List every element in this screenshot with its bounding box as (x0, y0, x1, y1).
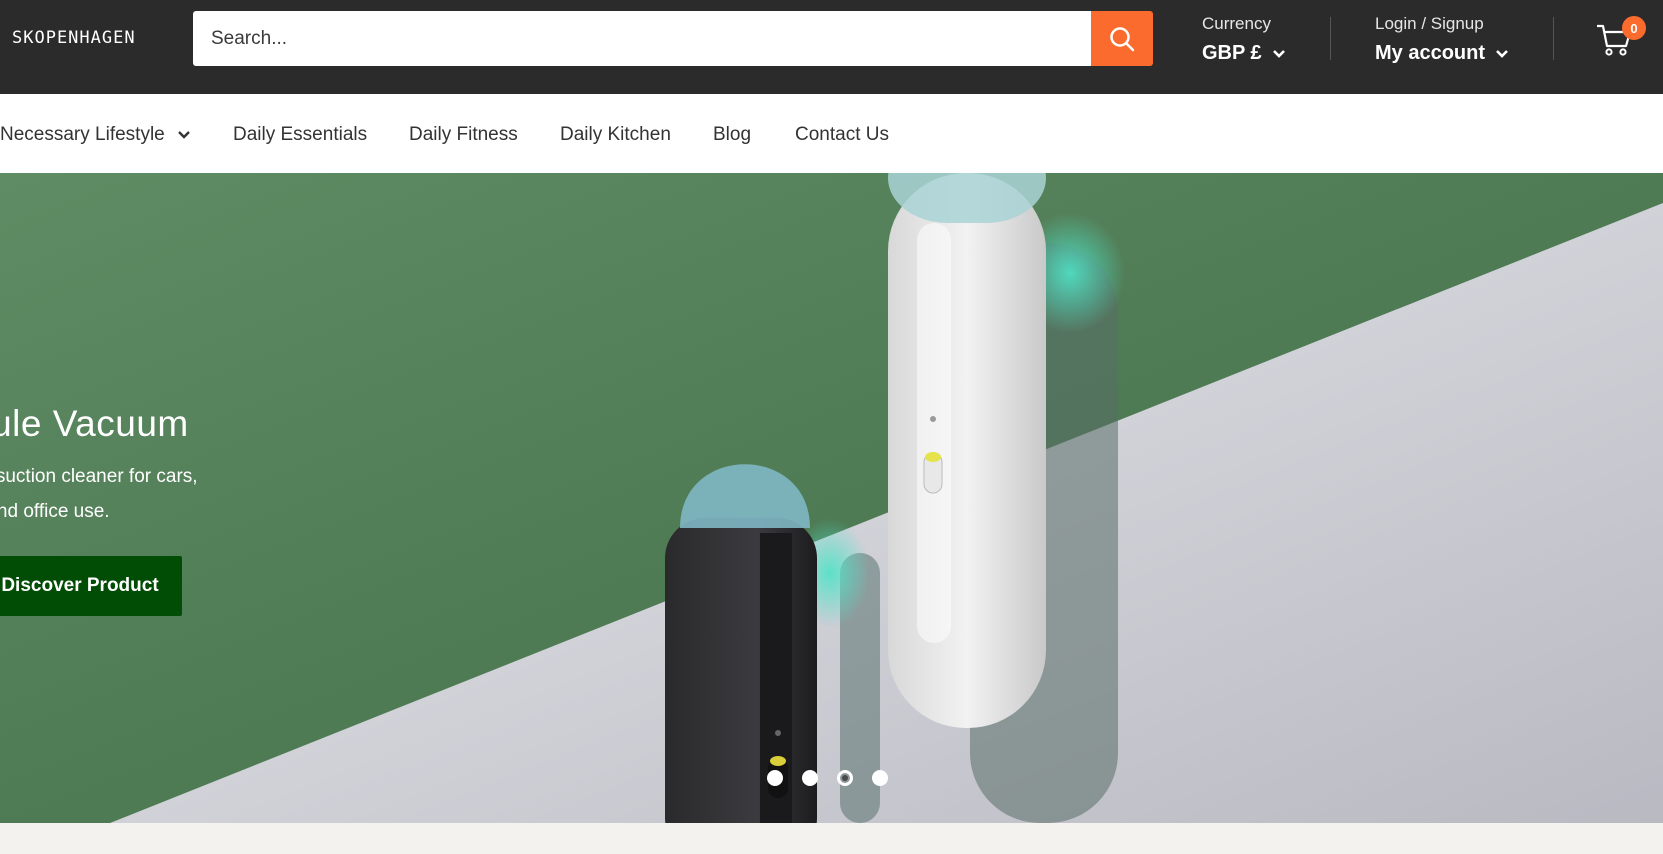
hero-subtitle-line: os and office use. (0, 501, 110, 522)
nav-item-necessary-lifestyle[interactable]: Necessary Lifestyle (0, 124, 191, 146)
nav-item-label: Contact Us (795, 124, 889, 145)
header-divider (1330, 17, 1331, 60)
hero-subtitle: ess suction cleaner for cars, os and off… (0, 459, 251, 529)
cart-count-badge: 0 (1622, 16, 1646, 40)
chevron-down-icon (1496, 49, 1508, 58)
slider-dot-4[interactable] (872, 770, 888, 786)
nav-item-blog[interactable]: Blog (713, 124, 751, 146)
nav-item-contact-us[interactable]: Contact Us (795, 124, 889, 146)
nav-item-daily-essentials[interactable]: Daily Essentials (233, 124, 367, 146)
discover-product-button[interactable]: Discover Product (0, 556, 182, 616)
hero-subtitle-line: ess suction cleaner for cars, (0, 466, 198, 487)
account-menu[interactable]: Login / Signup My account (1375, 14, 1509, 65)
nav-item-label: Daily Kitchen (560, 124, 671, 145)
site-header: SKOPENHAGEN Currency GBP £ Login / Signu… (0, 0, 1663, 94)
content-section (0, 823, 1663, 854)
hero-slider: psule Vacuum ess suction cleaner for car… (0, 173, 1663, 823)
currency-selector[interactable]: Currency GBP £ (1202, 14, 1286, 65)
currency-value: GBP £ (1202, 42, 1262, 64)
search-button[interactable] (1091, 11, 1153, 66)
site-logo[interactable]: SKOPENHAGEN (12, 28, 136, 48)
slider-pagination (767, 770, 888, 786)
login-signup-link[interactable]: Login / Signup (1375, 14, 1509, 34)
main-nav: Necessary Lifestyle Daily Essentials Dai… (0, 94, 1663, 173)
slider-dot-2[interactable] (802, 770, 818, 786)
nav-item-label: Necessary Lifestyle (0, 124, 165, 145)
search-icon (1110, 26, 1135, 51)
chevron-down-icon (1272, 49, 1285, 58)
search-input[interactable] (193, 11, 1091, 66)
nav-item-label: Daily Fitness (409, 124, 518, 145)
header-divider (1553, 17, 1554, 60)
search-bar (193, 11, 1153, 66)
slider-dot-3-active[interactable] (837, 770, 853, 786)
currency-label: Currency (1202, 14, 1271, 33)
nav-item-daily-kitchen[interactable]: Daily Kitchen (560, 124, 671, 146)
nav-item-label: Blog (713, 124, 752, 145)
nav-item-label: Daily Essentials (233, 124, 368, 145)
chevron-down-icon (177, 131, 190, 139)
slider-dot-1[interactable] (767, 770, 783, 786)
hero-title: psule Vacuum (0, 403, 189, 444)
my-account-label: My account (1375, 42, 1486, 64)
nav-item-daily-fitness[interactable]: Daily Fitness (409, 124, 518, 146)
